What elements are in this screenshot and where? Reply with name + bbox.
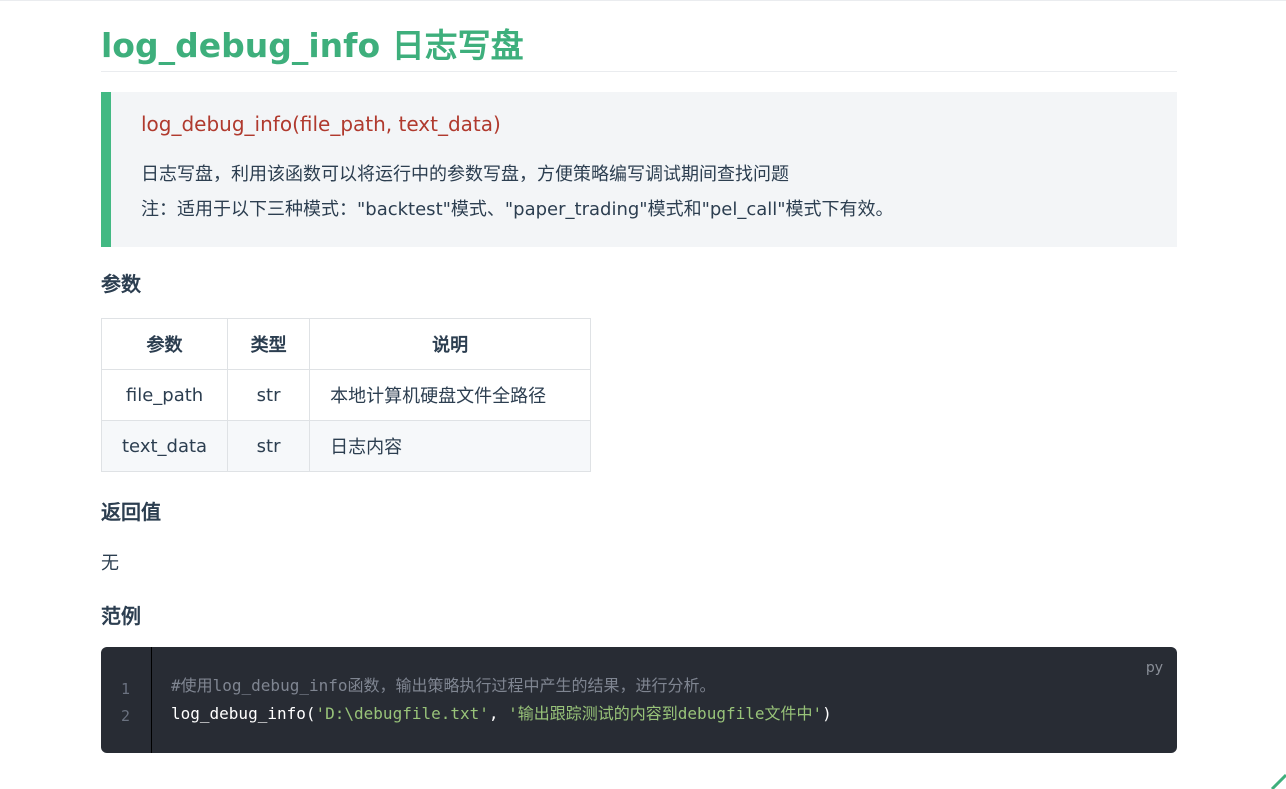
table-row: text_data str 日志内容 xyxy=(100,420,592,472)
title-divider xyxy=(101,71,1177,72)
code-string-arg: '输出跟踪测试的内容到debugfile文件中' xyxy=(508,704,823,723)
table-cell: str xyxy=(227,420,311,472)
table-header-row: 参数 类型 说明 xyxy=(100,318,592,370)
code-block[interactable]: 1 2 #使用log_debug_info函数，输出策略执行过程中产生的结果，进… xyxy=(101,647,1177,753)
returns-heading: 返回值 xyxy=(101,500,161,524)
language-tag: py xyxy=(1145,660,1163,676)
code-close-paren: ) xyxy=(822,704,832,723)
table-cell: str xyxy=(227,369,311,421)
top-border xyxy=(0,0,1286,1)
code-function-name: log_debug_info xyxy=(171,704,306,723)
returns-value: 无 xyxy=(101,553,119,574)
table-cell: 本地计算机硬盘文件全路径 xyxy=(309,369,592,421)
line-number-gutter: 1 2 xyxy=(101,647,152,753)
function-description: 日志写盘，利用该函数可以将运行中的参数写盘，方便策略编写调试期间查找问题 xyxy=(141,164,789,185)
table-header-cell: 参数 xyxy=(100,318,229,370)
code-comment: #使用log_debug_info函数，输出策略执行过程中产生的结果，进行分析。 xyxy=(171,676,716,695)
function-callout: log_debug_info(file_path, text_data) 日志写… xyxy=(101,92,1177,247)
line-number: 1 xyxy=(121,680,131,698)
code-string-arg: 'D:\debugfile.txt' xyxy=(315,704,489,723)
mode-note: 注：适用于以下三种模式："backtest"模式、"paper_trading"… xyxy=(141,199,894,220)
code-line-2: log_debug_info('D:\debugfile.txt', '输出跟踪… xyxy=(171,704,832,724)
params-heading: 参数 xyxy=(101,272,141,296)
code-open-paren: ( xyxy=(305,704,316,723)
params-table: 参数 类型 说明 file_path str 本地计算机硬盘文件全路径 text… xyxy=(100,318,592,472)
example-heading: 范例 xyxy=(101,604,141,628)
code-line-1: #使用log_debug_info函数，输出策略执行过程中产生的结果，进行分析。 xyxy=(171,676,716,696)
function-signature: log_debug_info(file_path, text_data) xyxy=(141,112,501,136)
corner-decoration-icon xyxy=(1270,773,1286,789)
page-title: log_debug_info 日志写盘 xyxy=(101,26,524,65)
code-separator: , xyxy=(488,704,509,723)
table-cell: 日志内容 xyxy=(309,420,592,472)
table-row: file_path str 本地计算机硬盘文件全路径 xyxy=(100,369,592,421)
table-cell: file_path xyxy=(100,369,229,421)
table-cell: text_data xyxy=(100,420,229,472)
line-number: 2 xyxy=(121,707,131,725)
table-header-cell: 类型 xyxy=(227,318,311,370)
table-header-cell: 说明 xyxy=(309,318,592,370)
